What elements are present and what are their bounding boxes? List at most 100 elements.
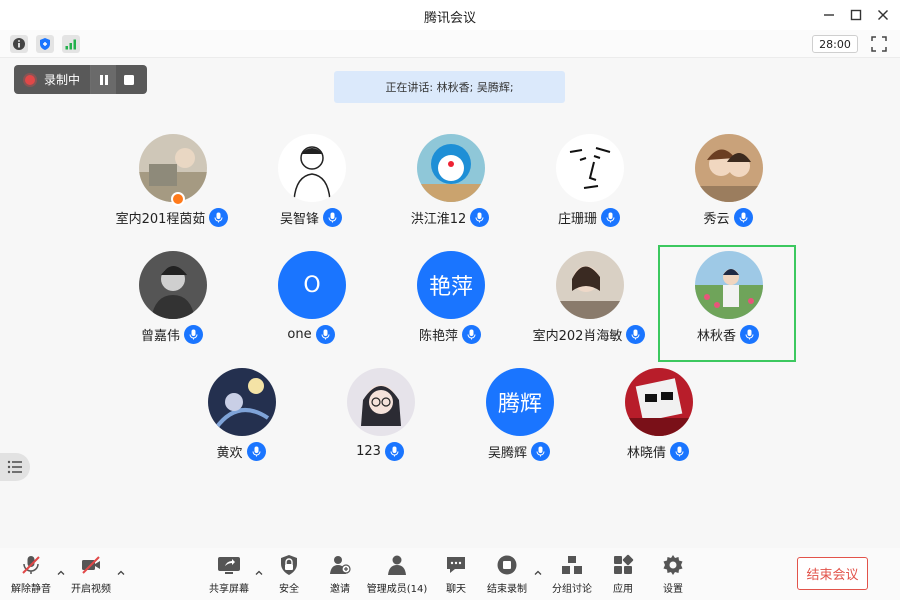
- meeting-timer: 28:00: [812, 35, 858, 53]
- avatar: [695, 251, 763, 319]
- mic-icon: [470, 208, 490, 227]
- mic-icon: [462, 325, 481, 344]
- participant-name: 洪江淮12: [410, 212, 467, 227]
- participant-tile[interactable]: O one: [246, 251, 376, 361]
- avatar: [139, 134, 207, 202]
- mic-icon: [323, 208, 342, 227]
- participant-tile[interactable]: 室内202肖海敏: [524, 251, 654, 361]
- settings-label: 设置: [663, 584, 683, 595]
- avatar: 腾辉: [486, 368, 554, 436]
- stop-recording-button[interactable]: [116, 65, 142, 94]
- meeting-info-bar: 28:00: [0, 30, 900, 58]
- participant-tile[interactable]: 123: [315, 368, 445, 478]
- end-meeting-button[interactable]: 结束会议: [797, 557, 868, 590]
- participant-name: 秀云: [703, 212, 730, 227]
- close-button[interactable]: [874, 6, 892, 24]
- manage-members-button[interactable]: 管理成员(14): [366, 554, 428, 596]
- mic-icon: [670, 442, 689, 461]
- mic-icon: [184, 325, 203, 344]
- breakout-rooms-button[interactable]: 分组讨论: [550, 554, 594, 596]
- participant-name: one: [287, 327, 312, 342]
- participant-tile[interactable]: 林晓倩: [593, 368, 723, 478]
- avatar: [347, 368, 415, 436]
- breakout-rooms-label: 分组讨论: [552, 584, 592, 595]
- avatar: [139, 251, 207, 319]
- participant-tile[interactable]: 秀云: [663, 134, 793, 244]
- participant-tile[interactable]: 庄珊珊: [524, 134, 654, 244]
- participant-name: 林晓倩: [626, 446, 666, 461]
- avatar: [556, 134, 624, 202]
- security-button[interactable]: 安全: [272, 554, 306, 596]
- recording-label: 录制中: [44, 73, 81, 87]
- signal-icon: [65, 39, 76, 50]
- record-dot-icon: [25, 74, 35, 85]
- share-screen-label: 共享屏幕: [209, 584, 249, 595]
- members-icon: [385, 554, 409, 576]
- mic-icon: [315, 325, 335, 344]
- chat-label: 聊天: [446, 584, 466, 595]
- apps-button[interactable]: 应用: [607, 554, 639, 596]
- mic-icon: [733, 208, 753, 227]
- avatar: O: [278, 251, 346, 319]
- start-video-label: 开启视频: [71, 584, 111, 595]
- audio-options-caret-icon[interactable]: [56, 568, 66, 578]
- participant-tile[interactable]: 洪江淮12: [385, 134, 515, 244]
- settings-button[interactable]: 设置: [657, 554, 689, 596]
- invite-user-icon: [328, 554, 352, 576]
- stop-recording-toolbar-button[interactable]: 结束录制: [484, 554, 530, 596]
- participant-tile[interactable]: 室内201程茵茹: [107, 134, 237, 244]
- apps-label: 应用: [613, 584, 633, 595]
- participant-name: 123: [356, 444, 381, 459]
- participant-tile[interactable]: 黄欢: [176, 368, 306, 478]
- window-title: 腾讯会议: [423, 11, 476, 26]
- participant-list-toggle[interactable]: [0, 453, 30, 481]
- pause-recording-button[interactable]: [90, 65, 116, 94]
- unmute-label: 解除静音: [11, 584, 51, 595]
- security-label: 安全: [279, 584, 299, 595]
- participant-tile[interactable]: 吴智锋: [246, 134, 376, 244]
- mic-icon: [246, 442, 266, 461]
- minimize-button[interactable]: [820, 6, 838, 24]
- info-icon: [13, 38, 25, 50]
- record-stop-icon: [495, 554, 519, 576]
- minimize-icon: [824, 14, 834, 16]
- unmute-button[interactable]: 解除静音: [10, 554, 52, 596]
- mic-icon: [209, 208, 229, 227]
- pause-icon: [99, 74, 108, 85]
- recording-options-caret-icon[interactable]: [533, 568, 543, 578]
- participant-name: 室内202肖海敏: [532, 329, 623, 344]
- share-screen-button[interactable]: 共享屏幕: [206, 554, 252, 596]
- fullscreen-button[interactable]: [870, 35, 888, 53]
- mic-icon: [740, 325, 759, 344]
- mic-muted-icon: [19, 554, 43, 576]
- invite-button[interactable]: 邀请: [323, 554, 357, 596]
- encryption-button[interactable]: [36, 35, 54, 53]
- participant-name: 室内201程茵茹: [115, 212, 206, 227]
- participant-name: 庄珊珊: [557, 212, 597, 227]
- mic-icon: [384, 442, 404, 461]
- participant-name: 黄欢: [216, 446, 243, 461]
- avatar: [695, 134, 763, 202]
- avatar: [208, 368, 276, 436]
- avatar: [625, 368, 693, 436]
- title-bar: 腾讯会议: [0, 0, 900, 30]
- gear-icon: [661, 554, 685, 576]
- participant-name: 吴智锋: [279, 212, 319, 227]
- chat-button[interactable]: 聊天: [440, 554, 472, 596]
- share-options-caret-icon[interactable]: [254, 568, 264, 578]
- close-icon: [878, 10, 888, 20]
- network-status-button[interactable]: [62, 35, 80, 53]
- start-video-button[interactable]: 开启视频: [68, 554, 114, 596]
- participant-tile[interactable]: 腾辉 吴腾辉: [454, 368, 584, 478]
- stop-recording-label: 结束录制: [487, 584, 527, 595]
- share-screen-icon: [217, 554, 241, 576]
- maximize-button[interactable]: [847, 6, 865, 24]
- mic-icon: [626, 325, 646, 344]
- participant-tile[interactable]: 曾嘉伟: [107, 251, 237, 361]
- participant-name: 曾嘉伟: [140, 329, 180, 344]
- participant-tile[interactable]: 艳萍 陈艳萍: [385, 251, 515, 361]
- apps-icon: [611, 554, 635, 576]
- participant-tile-active[interactable]: 林秋香: [663, 251, 793, 361]
- video-options-caret-icon[interactable]: [116, 568, 126, 578]
- meeting-info-button[interactable]: [10, 35, 28, 53]
